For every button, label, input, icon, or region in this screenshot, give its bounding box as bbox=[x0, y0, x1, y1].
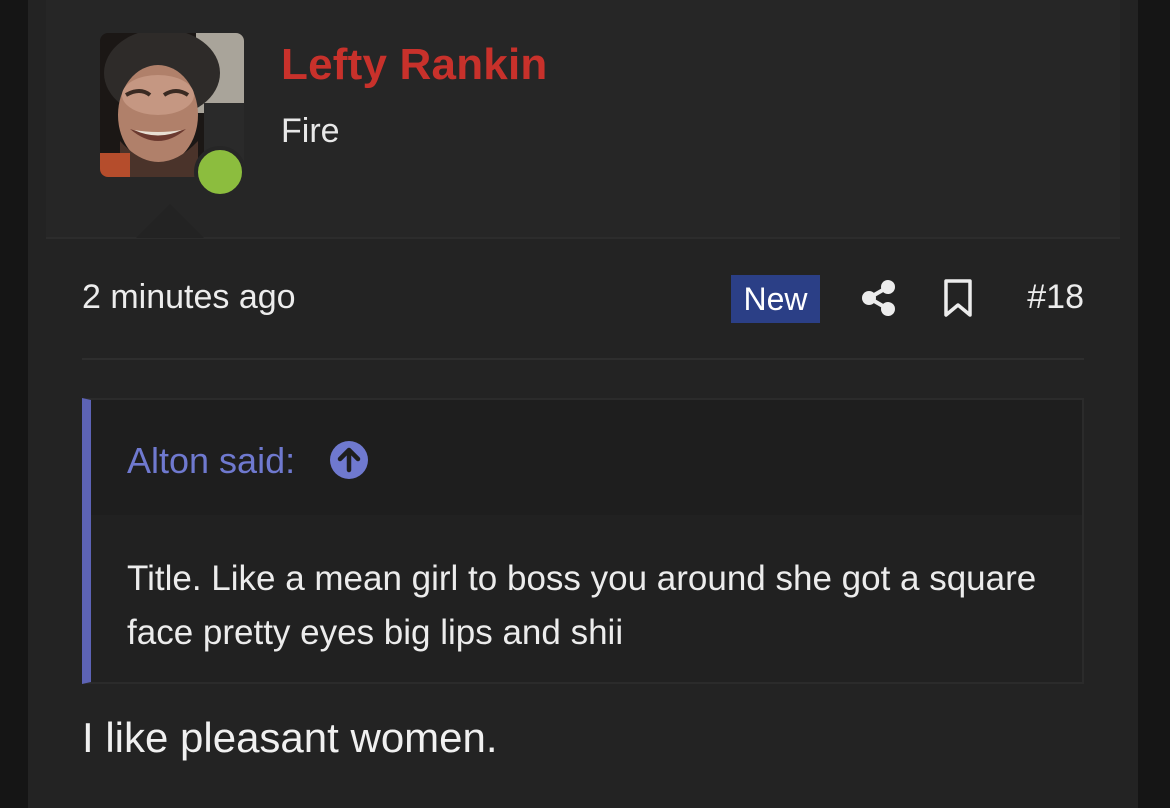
post-author-name[interactable]: Lefty Rankin bbox=[281, 40, 547, 90]
quote-block: Alton said: Title. Like a mean girl to b… bbox=[82, 398, 1084, 684]
quote-header: Alton said: bbox=[91, 400, 1082, 515]
new-badge: New bbox=[731, 275, 820, 323]
online-status-indicator bbox=[194, 146, 246, 198]
post-author-title: Fire bbox=[281, 112, 340, 150]
meta-divider bbox=[82, 358, 1084, 360]
post-meta-row: 2 minutes ago New #18 bbox=[82, 266, 1084, 332]
user-block-arrow bbox=[136, 204, 204, 238]
post-message: I like pleasant women. bbox=[82, 714, 498, 761]
arrow-up-circle-icon[interactable] bbox=[329, 440, 369, 480]
forum-post: Lefty Rankin Fire 2 minutes ago New #18 … bbox=[28, 0, 1138, 808]
quote-author-label[interactable]: Alton said: bbox=[127, 440, 295, 482]
post-user-block: Lefty Rankin Fire bbox=[46, 0, 1120, 239]
bookmark-icon[interactable] bbox=[942, 278, 974, 318]
post-timestamp[interactable]: 2 minutes ago bbox=[82, 278, 296, 317]
quote-text: Title. Like a mean girl to boss you arou… bbox=[127, 559, 1037, 652]
post-number-link[interactable]: #18 bbox=[1027, 278, 1084, 317]
share-icon[interactable] bbox=[860, 278, 898, 318]
